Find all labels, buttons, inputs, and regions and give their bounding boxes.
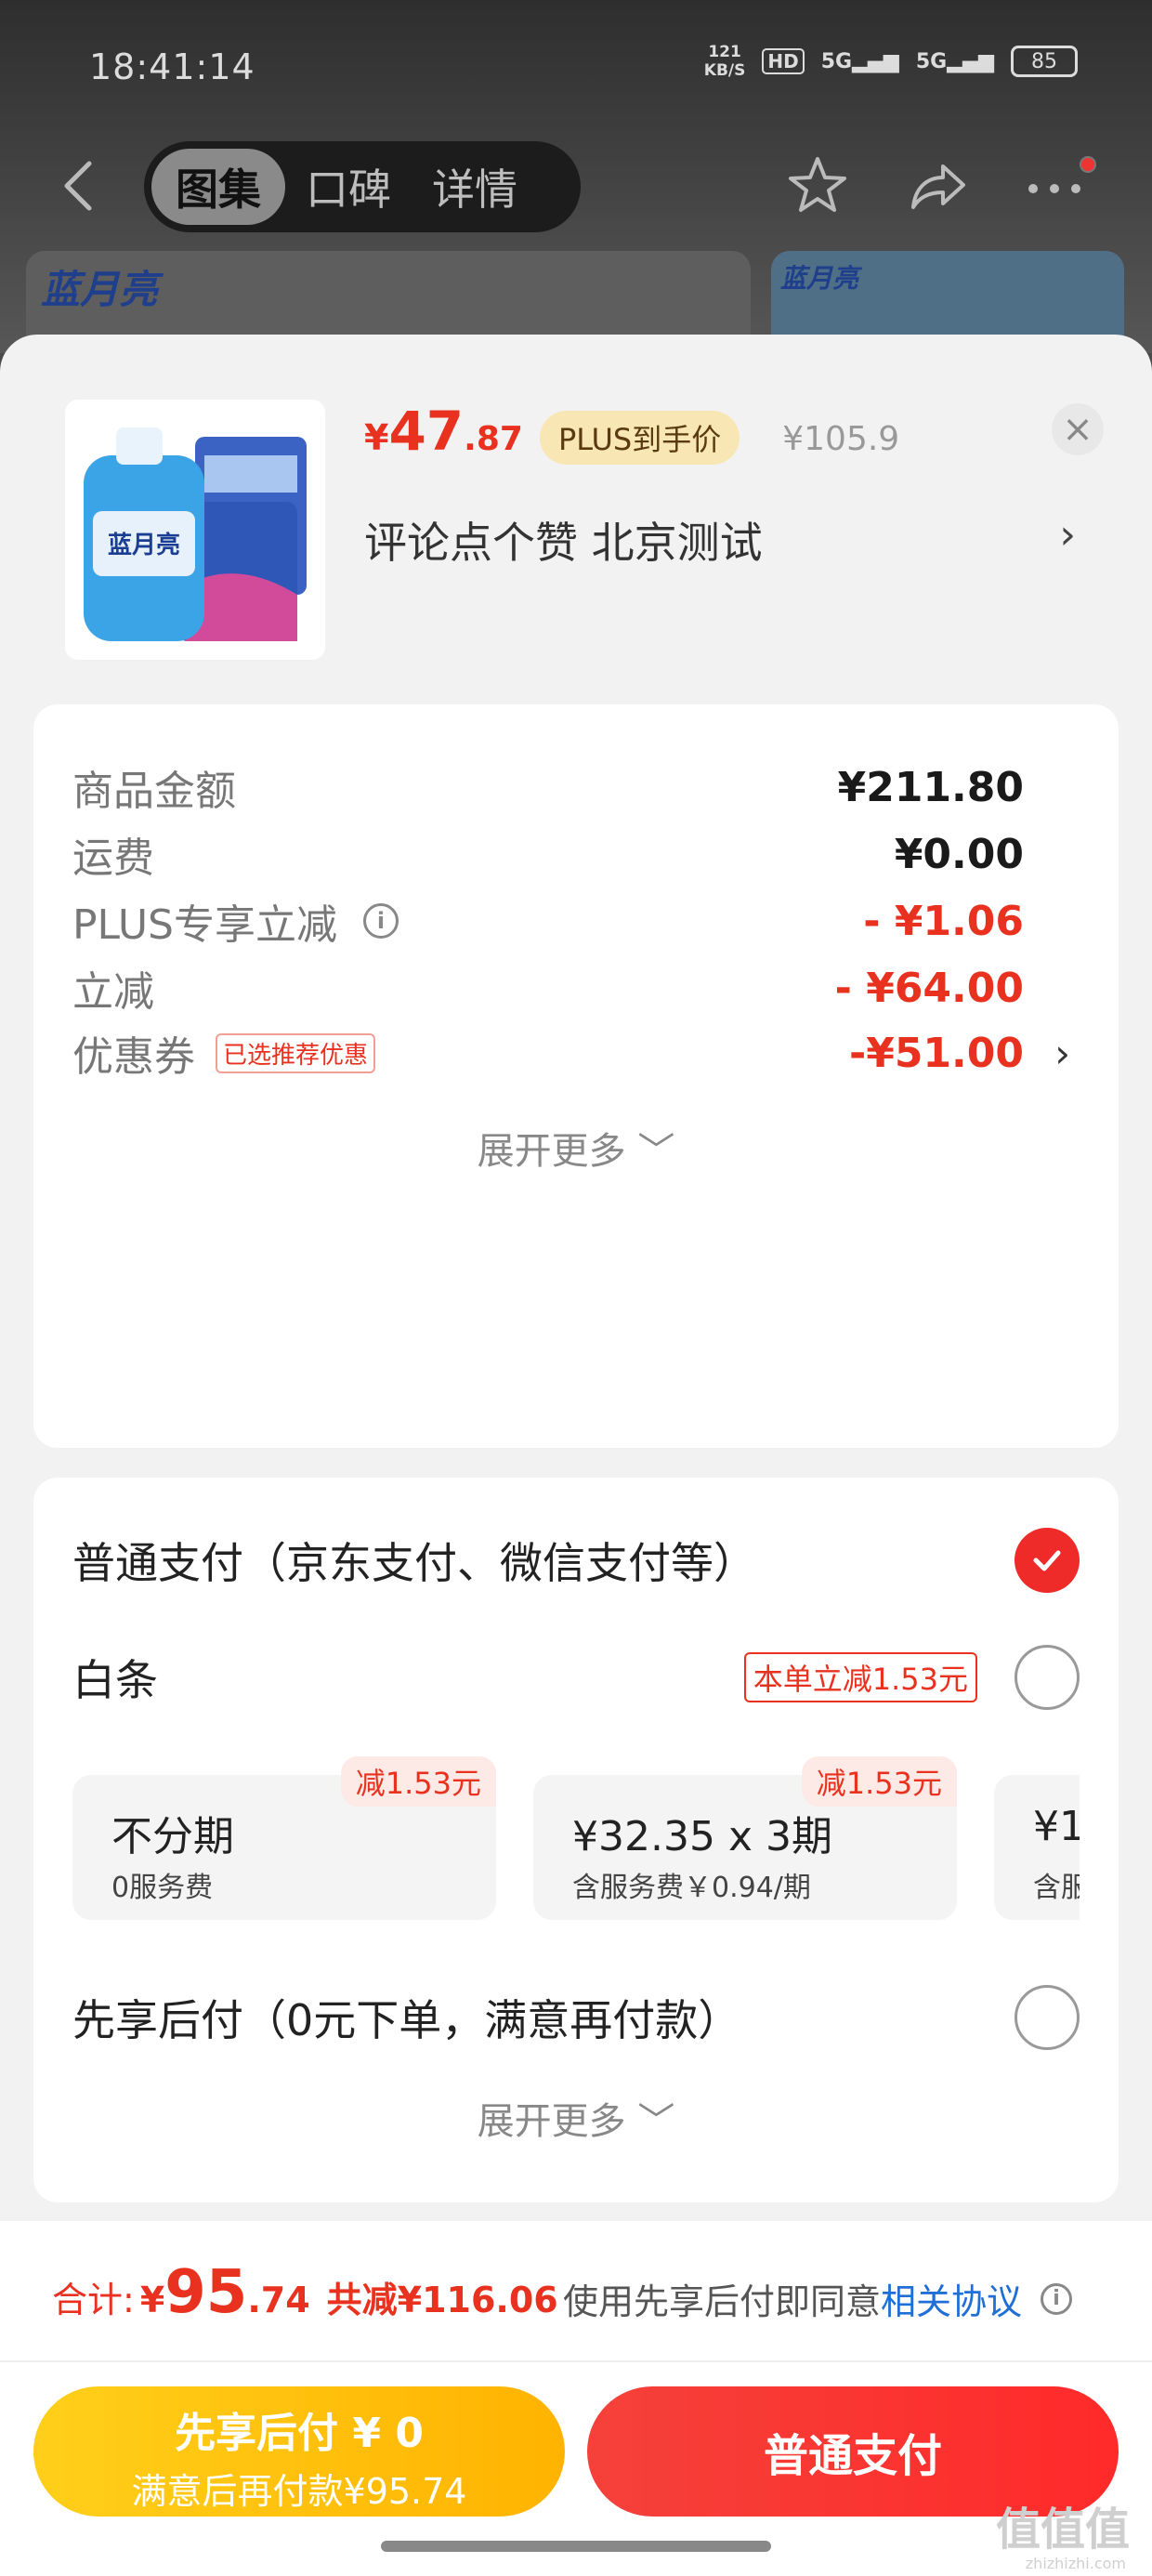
pay-later-button[interactable]: 先享后付 ¥ 0 满意后再付款¥95.74 <box>33 2386 565 2517</box>
chevron-right-icon[interactable]: › <box>1054 1031 1070 1076</box>
tab-details[interactable]: 详情 <box>412 149 538 225</box>
status-icons: 121 KB/S HD 5G▂▄▆ 5G▂▄▆ 85 <box>704 43 1078 80</box>
signal-icon-2: 5G▂▄▆ <box>915 49 994 73</box>
total-amount: 合计: ¥ 95 .74 共减¥116.06 <box>52 2258 558 2327</box>
background-page: 18:41:14 121 KB/S HD 5G▂▄▆ 5G▂▄▆ 85 图集 口… <box>0 0 1152 362</box>
pay-option-later[interactable]: 先享后付（0元下单，满意再付款） <box>72 1976 1080 2059</box>
star-icon[interactable] <box>785 153 850 218</box>
chevron-right-icon[interactable]: › <box>1059 511 1076 559</box>
price-row: ¥47.87 PLUS到手价 ¥105.9 <box>364 400 899 465</box>
top-nav: 图集 口碑 详情 <box>0 139 1152 232</box>
share-icon[interactable] <box>906 153 971 218</box>
plus-price: ¥47.87 <box>364 400 523 463</box>
installment-option[interactable]: 减1.53元 ¥32.35 x 3期 含服务费￥0.94/期 <box>533 1756 957 1920</box>
hd-icon: HD <box>762 48 805 74</box>
tab-reviews[interactable]: 口碑 <box>285 149 412 225</box>
more-icon[interactable] <box>1022 153 1087 218</box>
detergent-image: 蓝月亮 <box>84 427 307 641</box>
baitiao-discount-tag: 本单立减1.53元 <box>743 1652 977 1702</box>
row-instant-discount: 立减 - ¥64.00 <box>72 964 1024 1017</box>
coupon-tag: 已选推荐优惠 <box>216 1032 376 1073</box>
net-speed: 121 KB/S <box>703 43 746 80</box>
total-saved: 共减¥116.06 <box>326 2280 558 2320</box>
radio-icon[interactable] <box>1015 1645 1080 1710</box>
row-shipping: 运费 ¥0.00 <box>72 830 1024 883</box>
home-indicator[interactable] <box>381 2541 771 2552</box>
pay-option-baitiao[interactable]: 白条 本单立减1.53元 <box>72 1636 1080 1719</box>
price-summary-card: 商品金额 ¥211.80 运费 ¥0.00 PLUS专享立减 i - ¥1.06 … <box>33 704 1119 1448</box>
divider <box>0 2360 1152 2362</box>
checkout-footer: 合计: ¥ 95 .74 共减¥116.06 使用先享后付即同意 相关协议 i … <box>0 2221 1152 2576</box>
agreement-text: 使用先享后付即同意 相关协议 i <box>563 2273 1072 2324</box>
back-arrow-icon[interactable] <box>56 158 102 214</box>
tab-gallery[interactable]: 图集 <box>151 149 285 225</box>
signal-icon: 5G▂▄▆ <box>820 49 899 73</box>
agreement-link[interactable]: 相关协议 <box>881 2273 1022 2324</box>
installment-options: 减1.53元 不分期 0服务费 减1.53元 ¥32.35 x 3期 含服务费￥… <box>72 1756 1080 1924</box>
pay-option-normal[interactable]: 普通支付（京东支付、微信支付等） <box>72 1518 1080 1602</box>
expand-more-button[interactable]: 展开更多 ﹀ <box>33 2091 1119 2145</box>
plus-price-badge: PLUS到手价 <box>539 411 740 465</box>
svg-text:蓝月亮: 蓝月亮 <box>108 531 180 559</box>
brand-logo: 蓝月亮 <box>41 267 159 312</box>
product-header: 蓝月亮 ¥47.87 PLUS到手价 ¥105.9 × 评论点个赞 北京测试 › <box>0 335 1152 697</box>
installment-option[interactable]: ¥1 含服 <box>994 1775 1080 1920</box>
status-time: 18:41:14 <box>89 46 255 87</box>
info-icon[interactable]: i <box>1041 2282 1072 2315</box>
close-button[interactable]: × <box>1052 403 1104 455</box>
tab-switcher: 图集 口碑 详情 <box>144 141 581 232</box>
notification-dot <box>1080 156 1096 173</box>
product-subtitle[interactable]: 评论点个赞 北京测试 <box>364 509 763 571</box>
checkout-sheet: 蓝月亮 ¥47.87 PLUS到手价 ¥105.9 × 评论点个赞 北京测试 ›… <box>0 335 1152 2576</box>
row-goods-amount: 商品金额 ¥211.80 <box>72 763 1024 816</box>
row-plus-discount: PLUS专享立减 i - ¥1.06 <box>72 897 1024 950</box>
watermark-logo: 值值值 <box>995 2504 1130 2556</box>
brand-logo-small: 蓝月亮 <box>780 263 859 294</box>
row-coupon[interactable]: 优惠券 已选推荐优惠 -¥51.00 › <box>72 1020 1080 1085</box>
payment-method-card: 普通支付（京东支付、微信支付等） 白条 本单立减1.53元 减1.53元 不分期… <box>33 1478 1119 2202</box>
watermark-url: zhizhizhi.com <box>1025 2555 1126 2572</box>
installment-option[interactable]: 减1.53元 不分期 0服务费 <box>72 1756 496 1920</box>
radio-icon[interactable] <box>1015 1985 1080 2050</box>
expand-more-button[interactable]: 展开更多 ﹀ <box>33 1121 1119 1175</box>
original-price: ¥105.9 <box>782 420 900 458</box>
battery-icon: 85 <box>1011 46 1078 77</box>
status-bar: 18:41:14 121 KB/S HD 5G▂▄▆ 5G▂▄▆ 85 <box>0 37 1152 102</box>
product-thumbnail[interactable]: 蓝月亮 <box>65 400 325 660</box>
info-icon[interactable]: i <box>363 903 399 939</box>
radio-checked-icon[interactable] <box>1015 1528 1080 1593</box>
